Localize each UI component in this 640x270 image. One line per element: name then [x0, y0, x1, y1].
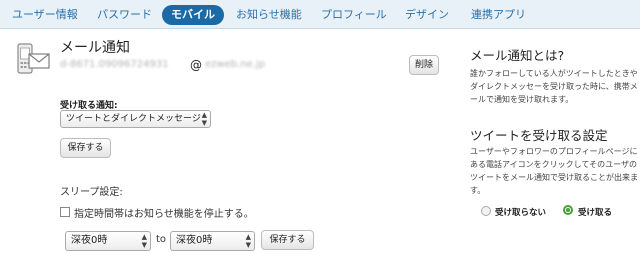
sleep-disable-label: 指定時間帯はお知らせ機能を停止する。 — [74, 209, 254, 220]
sleep-to-select[interactable]: 深夜0時 ▲ ▼ — [170, 231, 255, 251]
option-not-receive-label: 受け取らない — [495, 208, 547, 218]
notification-type-value: ツイートとダイレクトメッセージ — [66, 114, 201, 124]
settings-tab-bar: ユーザー情報 パスワード モバイル お知らせ機能 プロフィール デザイン 連携ア… — [0, 0, 640, 29]
email-address-domain: ezweb.ne.jp — [205, 59, 266, 70]
sleep-from-select[interactable]: 深夜0時 ▲ ▼ — [65, 231, 151, 251]
notification-type-select[interactable]: ツイートとダイレクトメッセージ ▲ ▼ — [60, 110, 211, 128]
save-sleep-button[interactable]: 保存する — [261, 230, 314, 250]
sleep-to-value: 深夜0時 — [176, 235, 213, 246]
about-mail-notification-text: 誰かフォローしている人がツイートしたときやダイレクトメッセーを受け取った時に、携… — [470, 69, 638, 104]
select-arrows-icon: ▲ ▼ — [201, 111, 207, 127]
receive-tweets-heading: ツイートを受け取る設定 — [470, 128, 608, 143]
sleep-from-value: 深夜0時 — [71, 235, 108, 246]
email-at-sign: @ — [190, 58, 202, 72]
about-mail-notification-heading: メール通知とは? — [470, 48, 565, 63]
mail-notification-title: メール通知 — [60, 40, 130, 56]
tab-mobile[interactable]: モバイル — [162, 5, 224, 25]
option-receive-label: 受け取る — [578, 208, 613, 218]
tab-notifications[interactable]: お知らせ機能 — [236, 5, 302, 25]
tab-user-info[interactable]: ユーザー情報 — [12, 5, 78, 25]
tab-password[interactable]: パスワード — [97, 5, 152, 25]
tab-profile[interactable]: プロフィール — [321, 5, 387, 25]
sleep-disable-checkbox[interactable] — [60, 207, 70, 217]
tab-apps[interactable]: 連携アプリ — [471, 5, 526, 25]
sleep-to-word: to — [156, 234, 167, 245]
save-notification-button[interactable]: 保存する — [60, 138, 111, 158]
mobile-mail-icon — [16, 42, 52, 76]
tab-design[interactable]: デザイン — [405, 5, 449, 25]
select-arrows-icon: ▲ ▼ — [141, 233, 147, 249]
select-arrows-icon: ▲ ▼ — [245, 233, 251, 249]
receive-tweets-text: ユーザーやフォロワーのプロフィールページにある電話アイコンをクリックしてそのユー… — [470, 147, 638, 195]
radio-on-icon[interactable] — [563, 205, 573, 215]
radio-off-icon[interactable] — [481, 206, 491, 216]
sleep-setting-label: スリープ設定: — [60, 187, 123, 198]
delete-button[interactable]: 削除 — [409, 55, 439, 75]
email-address-local: d-8671.09096724931 — [60, 59, 169, 70]
